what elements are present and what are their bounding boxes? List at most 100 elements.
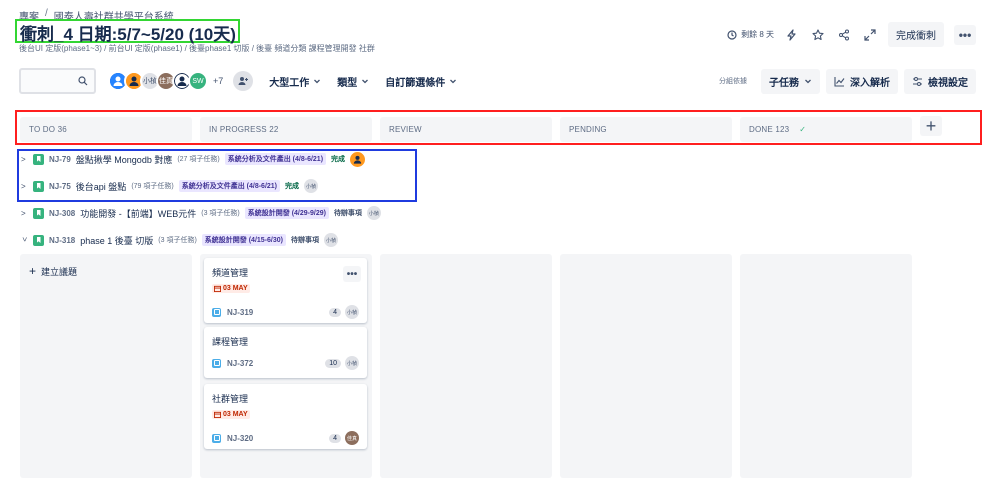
custom-filter-dropdown[interactable]: 自訂篩選條件 [385, 74, 457, 89]
calendar-icon [214, 411, 221, 418]
clock-icon [727, 29, 737, 40]
due-date-badge: 03 MAY [212, 284, 250, 293]
avatar[interactable]: 小楨 [323, 233, 338, 247]
add-column-button[interactable]: + [920, 116, 942, 136]
card-footer: NJ-372 10 小楨 [212, 356, 359, 370]
due-date-badge: 03 MAY [212, 410, 250, 419]
plus-icon: + [925, 115, 937, 136]
status-badge: 待辦事項 [333, 210, 362, 217]
swimlane-title: 功能開發 -【前端】WEB元件 [80, 208, 197, 219]
avatar[interactable]: 小楨 [366, 206, 381, 220]
card-key[interactable]: NJ-320 [227, 434, 329, 443]
subtask-count: (3 項子任務) [158, 237, 197, 244]
chevron-down-icon [314, 79, 321, 84]
avatar[interactable]: 佳真 [345, 431, 359, 445]
type-filter-label: 類型 [337, 77, 358, 89]
calendar-icon [214, 285, 221, 292]
issue-card[interactable]: 頻道管理 ••• 03 MAY NJ-319 4 小楨 [204, 258, 367, 323]
chevron-right-icon[interactable]: > [21, 182, 28, 191]
column-header-label: DONE 123 [749, 125, 790, 134]
share-icon[interactable] [836, 27, 852, 43]
remaining-days[interactable]: 剩餘 8 天 [727, 29, 774, 40]
user-avatar-icon [353, 155, 362, 164]
swimlane-header[interactable]: > NJ-318 phase 1 後臺 切版 (3 項子任務) 系統設計開發 (… [20, 232, 338, 248]
more-actions-button[interactable]: ••• [954, 24, 976, 45]
column-header-in-progress[interactable]: IN PROGRESS 22 [200, 117, 372, 142]
card-footer: NJ-320 4 佳真 [212, 431, 359, 445]
subtask-icon [212, 433, 221, 443]
subtask-icon [212, 358, 221, 368]
swimlane-key[interactable]: NJ-308 [49, 209, 75, 218]
column-todo [20, 254, 192, 478]
subtask-count: (3 項子任務) [201, 210, 240, 217]
group-by-label: 分組依據 [719, 78, 747, 85]
status-badge: 完成 [285, 183, 300, 190]
plus-icon: + [29, 264, 37, 278]
column-header-done[interactable]: DONE 123 ✓ [740, 117, 912, 142]
insights-button[interactable]: 深入解析 [826, 68, 898, 94]
swimlane-title: phase 1 後臺 切版 [80, 235, 154, 246]
status-badge: 待辦事項 [290, 237, 319, 244]
expand-icon[interactable] [862, 27, 878, 43]
automation-icon[interactable] [784, 27, 800, 43]
issue-card[interactable]: 課程管理 NJ-372 10 小楨 [204, 327, 367, 378]
add-people-button[interactable] [233, 71, 254, 91]
epic-lozenge: 系統設計開發 (4/29-9/29) [244, 207, 329, 219]
star-icon[interactable] [810, 27, 826, 43]
swimlane-key[interactable]: NJ-79 [49, 155, 71, 164]
card-key[interactable]: NJ-372 [227, 359, 325, 368]
issue-card[interactable]: 社群管理 03 MAY NJ-320 4 佳真 [204, 384, 367, 449]
search-icon [78, 76, 88, 86]
story-icon [33, 234, 44, 246]
column-header-label: PENDING [569, 125, 607, 134]
column-done [740, 254, 912, 478]
epic-lozenge: 系統分析及文件產出 (4/8-6/21) [224, 153, 327, 165]
type-filter-dropdown[interactable]: 類型 [337, 74, 369, 89]
avatar[interactable]: SW [188, 71, 208, 91]
card-title: 課程管理 [212, 337, 249, 347]
column-header-todo[interactable]: TO DO 36 [20, 117, 192, 142]
sprint-goal: 後台UI 定版(phase1~3) / 前台UI 定版(phase1) / 後臺… [19, 44, 375, 53]
swimlane-header[interactable]: > NJ-75 後台api 盤點 (79 項子任務) 系統分析及文件產出 (4/… [21, 178, 319, 194]
view-settings-button[interactable]: 檢視設定 [904, 68, 976, 94]
sliders-icon [913, 76, 922, 86]
swimlane-key[interactable]: NJ-75 [49, 182, 71, 191]
story-points-badge: 4 [329, 433, 341, 443]
card-title: 頻道管理 [212, 268, 249, 278]
chevron-down-icon[interactable]: > [20, 237, 29, 244]
card-more-button[interactable]: ••• [343, 266, 361, 282]
story-icon [33, 180, 44, 192]
swimlane-header[interactable]: > NJ-308 功能開發 -【前端】WEB元件 (3 項子任務) 系統設計開發… [21, 205, 381, 221]
swimlane-key[interactable]: NJ-318 [49, 236, 75, 245]
board-toolbar: 小楨 佳真 SW +7 大型工作 類型 自訂篩選條件 分組依據 子任務 深入解析… [19, 68, 976, 94]
column-review [380, 254, 552, 478]
column-header-pending[interactable]: PENDING [560, 117, 732, 142]
avatar[interactable] [350, 151, 366, 167]
subtask-count: (27 項子任務) [177, 156, 220, 163]
story-icon [33, 153, 44, 165]
chevron-down-icon [805, 79, 811, 84]
column-header-review[interactable]: REVIEW [380, 117, 552, 142]
avatar[interactable]: 小楨 [345, 356, 359, 370]
epic-filter-dropdown[interactable]: 大型工作 [269, 74, 321, 89]
avatar[interactable]: 小楨 [304, 179, 319, 193]
more-avatars-count[interactable]: +7 [213, 76, 223, 86]
view-settings-label: 檢視設定 [928, 77, 968, 89]
card-key[interactable]: NJ-319 [227, 308, 329, 317]
epic-lozenge: 系統設計開發 (4/15-6/30) [201, 234, 286, 246]
create-issue-label: 建立議題 [41, 266, 78, 277]
epic-lozenge: 系統分析及文件產出 (4/8-6/21) [178, 180, 281, 192]
swimlane-header[interactable]: > NJ-79 盤點揪學 Mongodb 對應 (27 項子任務) 系統分析及文… [21, 151, 366, 167]
group-by-dropdown[interactable]: 子任務 [761, 68, 820, 94]
chevron-right-icon[interactable]: > [21, 209, 28, 218]
search-input[interactable] [19, 68, 96, 94]
group-by-value: 子任務 [769, 77, 799, 89]
swimlane-title: 盤點揪學 Mongodb 對應 [75, 154, 173, 165]
insights-label: 深入解析 [850, 77, 890, 89]
create-issue-button[interactable]: + 建立議題 [29, 264, 77, 278]
chevron-down-icon [362, 79, 369, 84]
complete-sprint-button[interactable]: 完成衝刺 [888, 22, 944, 47]
story-points-badge: 4 [329, 307, 341, 317]
chevron-right-icon[interactable]: > [21, 155, 28, 164]
avatar[interactable]: 小楨 [345, 305, 359, 319]
